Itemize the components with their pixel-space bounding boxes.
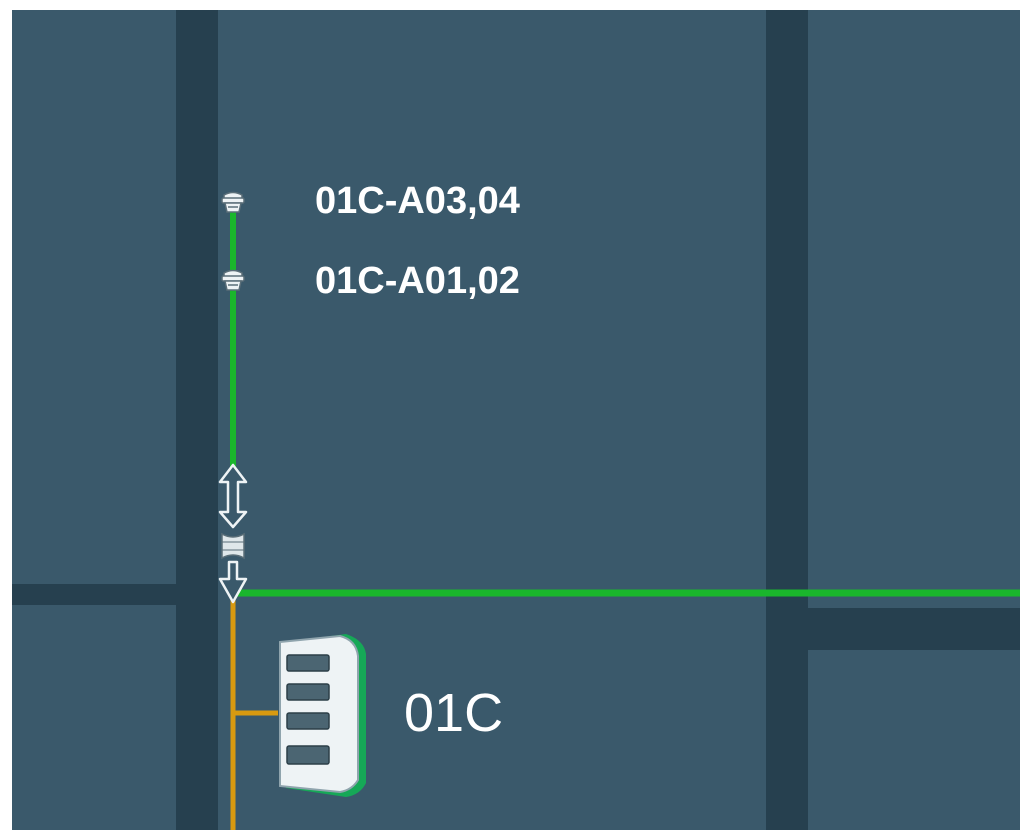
cabinet-icon[interactable]: [279, 634, 366, 797]
city-block: [12, 10, 176, 584]
cabinet-label[interactable]: 01C: [404, 686, 503, 740]
left-border: [0, 0, 12, 830]
terminal-label[interactable]: 01C-A01,02: [315, 262, 520, 300]
map-svg[interactable]: [0, 0, 1020, 830]
network-map[interactable]: 01C-A03,04 01C-A01,02 01C: [0, 0, 1020, 830]
city-block: [12, 605, 176, 830]
terminal-label[interactable]: 01C-A03,04: [315, 182, 520, 220]
top-border: [0, 0, 1020, 10]
city-block: [808, 650, 1020, 830]
splice-closure-icon[interactable]: [221, 532, 245, 560]
city-block: [808, 10, 1020, 608]
